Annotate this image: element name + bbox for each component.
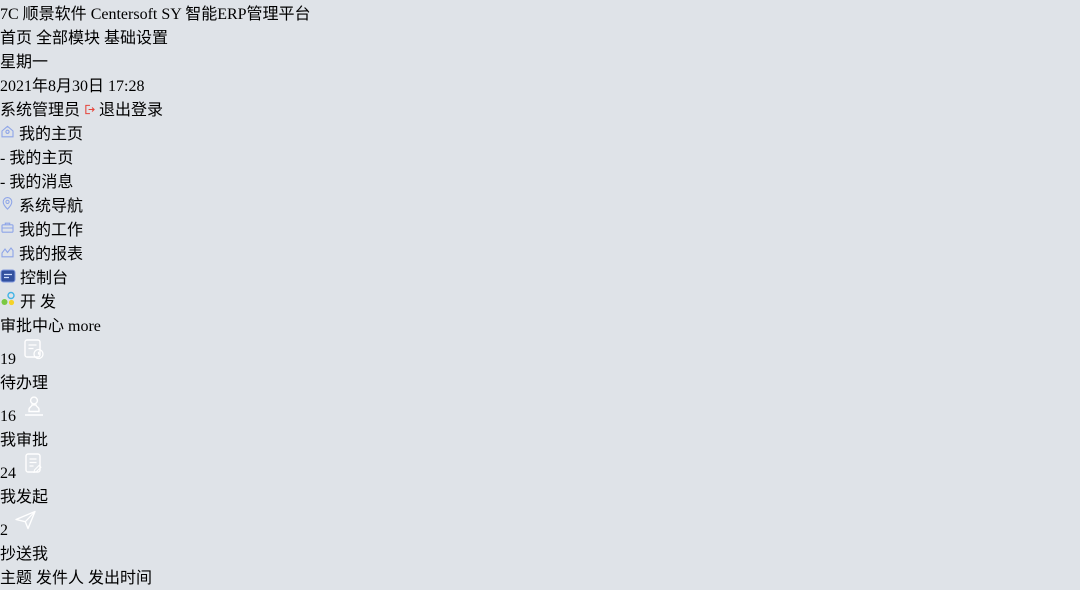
initiated-count-badge: 24 bbox=[0, 465, 16, 482]
user-name: 系统管理员 bbox=[0, 102, 80, 119]
logout-button[interactable]: 退出登录 bbox=[84, 102, 163, 119]
logout-exit-icon bbox=[84, 104, 95, 115]
approval-more-link[interactable]: more bbox=[68, 318, 101, 335]
tile-initiated-by-me[interactable]: 24 我发起 bbox=[0, 450, 1080, 507]
console-button[interactable]: 控制台 bbox=[0, 264, 1080, 288]
brand-name-en: Centersoft bbox=[91, 6, 158, 23]
stamp-icon bbox=[20, 393, 48, 421]
weekday: 星期一 bbox=[0, 54, 48, 71]
approval-center-title: 审批中心 bbox=[0, 318, 64, 335]
home-icon bbox=[0, 124, 15, 139]
approval-table: 主题 发件人 发出时间 单据已审核,请接收<销售订单>:2105-001 系统管… bbox=[0, 564, 1080, 590]
sidebar-group-my-work[interactable]: 我的工作 bbox=[0, 216, 1080, 240]
sidebar-item-my-home[interactable]: - 我的主页 bbox=[0, 144, 1080, 168]
chart-icon bbox=[0, 244, 15, 259]
top-bar: 7C 顺景软件 Centersoft SY 智能ERP管理平台 首页 全部模块 … bbox=[0, 0, 1080, 120]
sidebar-group-my-reports[interactable]: 我的报表 bbox=[0, 240, 1080, 264]
nav-tab-basic-settings[interactable]: 基础设置 bbox=[104, 30, 168, 47]
sidebar: 我的主页 - 我的主页 - 我的消息 系统导航 我的工作 我的报表 控制台 bbox=[0, 120, 1080, 312]
sidebar-footer: 控制台 开 发 bbox=[0, 264, 1080, 312]
sidebar-group-system-nav[interactable]: 系统导航 bbox=[0, 192, 1080, 216]
user-area: 系统管理员 退出登录 bbox=[0, 96, 1080, 120]
brand-area: 7C 顺景软件 Centersoft SY 智能ERP管理平台 bbox=[0, 0, 1080, 24]
sidebar-group-my-home[interactable]: 我的主页 bbox=[0, 120, 1080, 144]
approval-center-panel: 审批中心 more 19 待办理 16 我审批 24 我发起 bbox=[0, 312, 1080, 590]
briefcase-icon bbox=[0, 220, 15, 235]
app-title: 智能ERP管理平台 bbox=[185, 6, 310, 23]
paper-plane-icon bbox=[12, 507, 40, 535]
approvals-count-badge: 16 bbox=[0, 408, 16, 425]
dev-dots-icon bbox=[0, 291, 16, 307]
brand-logo-icon: 7C bbox=[0, 6, 19, 23]
console-icon bbox=[0, 269, 16, 283]
nav-tab-home[interactable]: 首页 bbox=[0, 30, 32, 47]
product-logo-icon: SY bbox=[161, 6, 181, 23]
nav-tab-all-modules[interactable]: 全部模块 bbox=[36, 30, 100, 47]
date: 2021年8月30日 bbox=[0, 78, 104, 95]
erp-dashboard: 7C 顺景软件 Centersoft SY 智能ERP管理平台 首页 全部模块 … bbox=[0, 0, 1080, 590]
tile-todo[interactable]: 19 待办理 bbox=[0, 336, 1080, 393]
todo-clock-icon bbox=[20, 336, 48, 364]
sidebar-item-my-messages[interactable]: - 我的消息 bbox=[0, 168, 1080, 192]
todo-count-badge: 19 bbox=[0, 351, 16, 368]
clock: 17:28 bbox=[108, 78, 144, 95]
approval-table-header: 主题 发件人 发出时间 bbox=[0, 564, 1080, 588]
datetime-area: 星期一 2021年8月30日 17:28 bbox=[0, 48, 1080, 96]
doc-pencil-icon bbox=[20, 450, 48, 478]
main-nav: 首页 全部模块 基础设置 bbox=[0, 24, 1080, 48]
cc-count-badge: 2 bbox=[0, 522, 8, 539]
brand-name: 顺景软件 bbox=[23, 6, 87, 23]
tile-my-approvals[interactable]: 16 我审批 bbox=[0, 393, 1080, 450]
approval-tiles: 19 待办理 16 我审批 24 我发起 2 抄送我 bbox=[0, 336, 1080, 564]
map-pin-icon bbox=[0, 196, 15, 211]
tile-cc-to-me[interactable]: 2 抄送我 bbox=[0, 507, 1080, 564]
dev-button[interactable]: 开 发 bbox=[0, 288, 1080, 312]
